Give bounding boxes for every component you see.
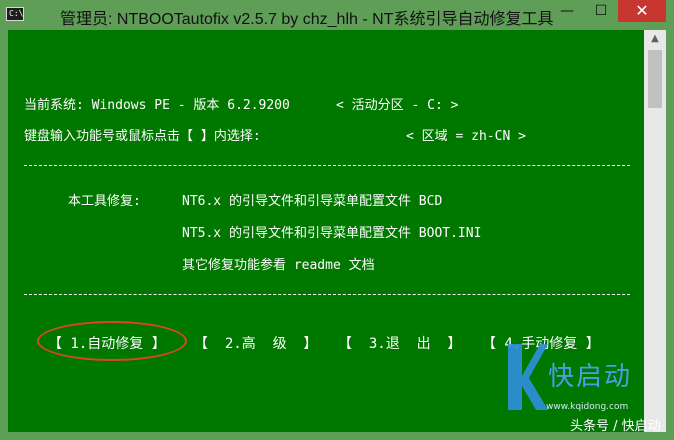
repair-item-readme: 其它修复功能参看 readme 文档 (182, 258, 375, 273)
watermark-url: www.kqidong.com (546, 402, 629, 412)
region-text: < 区域 = zh-CN > (406, 129, 526, 144)
watermark-logo-icon (508, 344, 548, 410)
console-app-icon[interactable]: C:\ (6, 7, 24, 21)
maximize-button[interactable]: ☐ (584, 0, 618, 22)
separator-bottom (24, 294, 630, 295)
window-title: 管理员: NTBOOTautofix v2.5.7 by chz_hlh - N… (60, 11, 554, 28)
close-button[interactable]: ✕ (618, 0, 666, 22)
repair-item-nt5: NT5.x 的引导文件和引导菜单配置文件 BOOT.INI (182, 226, 482, 241)
minimize-button[interactable]: — (550, 0, 584, 22)
scrollbar-thumb[interactable] (648, 50, 662, 108)
current-system-text: 当前系统: Windows PE - 版本 6.2.9200 (24, 98, 290, 113)
scroll-up-arrow-icon[interactable]: ▲ (644, 30, 666, 48)
instruction-text: 键盘输入功能号或鼠标点击【 】内选择: (24, 129, 261, 144)
separator-top (24, 165, 630, 166)
repair-label: 本工具修复: (68, 194, 141, 209)
advanced-button[interactable]: 【 2.高 级 】 (194, 333, 317, 353)
vertical-scrollbar[interactable]: ▲ (644, 30, 666, 432)
repair-item-nt6: NT6.x 的引导文件和引导菜单配置文件 BCD (182, 194, 443, 209)
title-bar[interactable]: C:\ 管理员: NTBOOTautofix v2.5.7 by chz_hlh… (0, 0, 674, 30)
watermark-brand: 快启动 (548, 362, 633, 392)
watermark-caption: 头条号 / 快启动 (570, 419, 661, 434)
auto-repair-button[interactable]: 【 1.自动修复 】 (48, 333, 166, 353)
active-partition-text: < 活动分区 - C: > (336, 98, 459, 113)
exit-button[interactable]: 【 3.退 出 】 (338, 333, 461, 353)
console-window: C:\ 管理员: NTBOOTautofix v2.5.7 by chz_hlh… (0, 0, 674, 440)
